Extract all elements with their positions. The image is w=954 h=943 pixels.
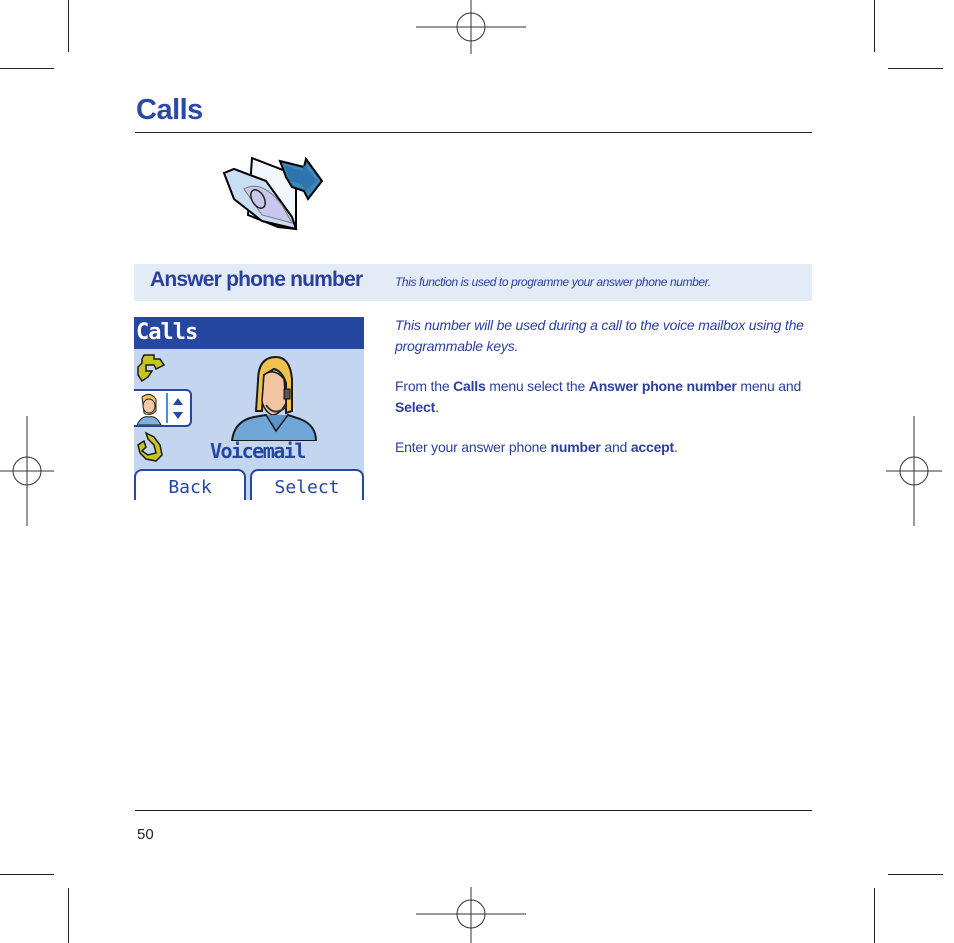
menu-name: Calls — [453, 378, 486, 394]
calls-folder-icon — [222, 156, 324, 231]
list-cursor — [166, 393, 168, 423]
page-number: 50 — [137, 826, 154, 843]
call-forward-icon — [137, 354, 166, 383]
crop-mark — [0, 68, 54, 69]
phone-screen: Calls Voicemail Back Select — [134, 317, 364, 500]
crop-mark — [888, 874, 943, 875]
registration-mark-right — [886, 416, 942, 526]
step-paragraph-enter: Enter your answer phone number and accep… — [395, 437, 815, 458]
section-heading: Answer phone number — [150, 268, 363, 291]
action-name: accept — [630, 439, 674, 455]
text: From the — [395, 378, 454, 394]
text: and — [600, 439, 631, 455]
call-redirect-icon — [137, 431, 163, 462]
crop-mark — [874, 888, 875, 943]
step-paragraph-navigate: From the Calls menu select the Answer ph… — [395, 376, 815, 418]
registration-mark-top — [416, 0, 526, 54]
crop-mark — [68, 0, 69, 52]
menu-list-selector[interactable] — [134, 389, 192, 427]
crop-mark — [68, 888, 69, 943]
text: menu and — [736, 378, 802, 394]
phone-header-bar: Calls — [134, 317, 364, 349]
page-title: Calls — [136, 94, 203, 126]
text: . — [435, 399, 439, 415]
menu-item-name: Answer phone number — [588, 378, 737, 394]
softkey-back-button[interactable]: Back — [134, 469, 246, 500]
softkey-select-button[interactable]: Select — [250, 469, 364, 500]
field-name: number — [550, 439, 601, 455]
registration-mark-left — [0, 416, 54, 526]
text: Enter your answer phone — [395, 439, 551, 455]
voicemail-operator-icon — [134, 393, 164, 425]
crop-mark — [888, 68, 943, 69]
registration-mark-bottom — [416, 887, 526, 943]
phone-screen-title: Calls — [136, 320, 198, 345]
action-name: Select — [395, 399, 436, 415]
text: menu select the — [485, 378, 589, 394]
crop-mark — [0, 874, 54, 875]
title-divider — [135, 132, 812, 133]
section-description: This function is used to programme your … — [395, 275, 711, 289]
scroll-arrows-icon[interactable] — [170, 395, 186, 423]
operator-headset-icon — [230, 355, 318, 441]
selected-menu-item: Voicemail — [210, 439, 306, 463]
crop-mark — [874, 0, 875, 52]
footer-divider — [135, 810, 812, 811]
text: . — [673, 439, 678, 455]
intro-paragraph: This number will be used during a call t… — [395, 317, 804, 354]
